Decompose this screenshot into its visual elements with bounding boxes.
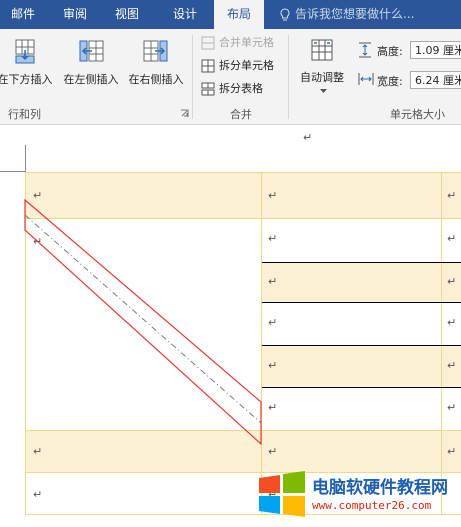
paragraph-mark: ↵ <box>447 232 457 245</box>
lightbulb-icon <box>280 8 290 21</box>
table-border <box>25 514 461 515</box>
insert-below-label: 在下方插入 <box>0 73 53 86</box>
windows-logo-icon <box>259 471 305 517</box>
insert-below-icon <box>15 39 35 64</box>
paragraph-mark: ↵ <box>447 359 457 372</box>
ribbon-tab-bar: 邮件 审阅 视图 设计 布局 告诉我您想要做什么... <box>0 0 461 30</box>
paragraph-mark: ↵ <box>303 131 313 144</box>
chevron-down-icon[interactable] <box>320 89 327 94</box>
table-cell <box>262 345 461 387</box>
paragraph-mark: ↵ <box>447 189 457 202</box>
selection-outline <box>24 198 262 446</box>
split-table-button[interactable]: 拆分表格 <box>201 80 291 98</box>
autofit-button[interactable]: 自动调整 <box>293 37 351 89</box>
insert-right-label: 在右侧插入 <box>128 73 184 86</box>
split-cells-label: 拆分单元格 <box>219 59 274 72</box>
paragraph-mark: ↵ <box>447 275 457 288</box>
diagonal-line-shape[interactable] <box>20 195 270 447</box>
table-border <box>262 218 461 219</box>
insert-below-button[interactable]: 在下方插入 <box>0 37 56 89</box>
paragraph-mark: ↵ <box>447 401 457 414</box>
ribbon-panel: 在下方插入 在左侧插入 在右侧插入 行和列 合并单元格 拆分单元格 拆分表格 合… <box>0 29 461 125</box>
tab-mailings[interactable]: 邮件 <box>0 0 46 29</box>
tell-me-search[interactable]: 告诉我您想要做什么... <box>295 0 414 29</box>
watermark-title: 电脑软硬件教程网 <box>312 478 448 498</box>
merge-cells-label: 合并单元格 <box>219 36 274 49</box>
split-table-label: 拆分表格 <box>219 82 263 95</box>
insert-left-label: 在左侧插入 <box>63 73 119 86</box>
paragraph-mark: ↵ <box>447 316 457 329</box>
margin-mark <box>0 171 26 172</box>
cell-divider <box>262 302 461 303</box>
row-height-icon <box>359 42 371 58</box>
cell-divider <box>262 387 461 388</box>
group-label-cell-size: 单元格大小 <box>390 108 445 121</box>
split-table-icon <box>201 82 215 96</box>
cell-divider <box>262 262 461 263</box>
split-cells-button[interactable]: 拆分单元格 <box>201 57 291 75</box>
tab-layout[interactable]: 布局 <box>214 0 264 30</box>
watermark-url: www.computer26.com <box>312 499 432 512</box>
column-width-icon <box>358 73 374 85</box>
height-field[interactable]: 1.09 厘米 <box>410 41 461 59</box>
dialog-launcher-icon[interactable] <box>180 109 189 118</box>
group-label-rows-cols: 行和列 <box>8 108 41 121</box>
tab-review[interactable]: 审阅 <box>52 0 98 29</box>
table-border <box>25 172 461 173</box>
insert-left-icon <box>79 40 104 62</box>
autofit-icon <box>311 39 333 61</box>
group-label-merge: 合并 <box>230 108 252 121</box>
insert-left-button[interactable]: 在左侧插入 <box>60 37 122 89</box>
autofit-label: 自动调整 <box>300 71 344 84</box>
paragraph-mark: ↵ <box>447 445 457 458</box>
paragraph-mark: ↵ <box>33 488 43 501</box>
width-label: 宽度: <box>377 75 403 88</box>
split-cells-icon <box>201 59 215 73</box>
diagonal-line[interactable] <box>24 214 262 424</box>
cell-divider <box>262 345 461 346</box>
tab-view[interactable]: 视图 <box>104 0 150 29</box>
insert-right-button[interactable]: 在右侧插入 <box>125 37 187 89</box>
height-label: 高度: <box>377 45 403 58</box>
group-separator <box>288 35 289 119</box>
table-cell <box>262 262 461 302</box>
margin-mark <box>25 145 26 172</box>
group-separator <box>192 35 193 119</box>
tab-design[interactable]: 设计 <box>162 0 208 29</box>
width-field[interactable]: 6.24 厘米 <box>410 71 461 89</box>
insert-right-icon <box>143 40 168 62</box>
document-area[interactable]: ↵ ↵ ↵ ↵ ↵ ↵ ↵ ↵ ↵ ↵ ↵ ↵ ↵ ↵ ↵ ↵ ↵ ↵ ↵ ↵ … <box>0 125 461 527</box>
merge-cells-button[interactable]: 合并单元格 <box>201 34 291 52</box>
merge-cells-icon <box>201 36 215 50</box>
table-border <box>441 172 442 514</box>
